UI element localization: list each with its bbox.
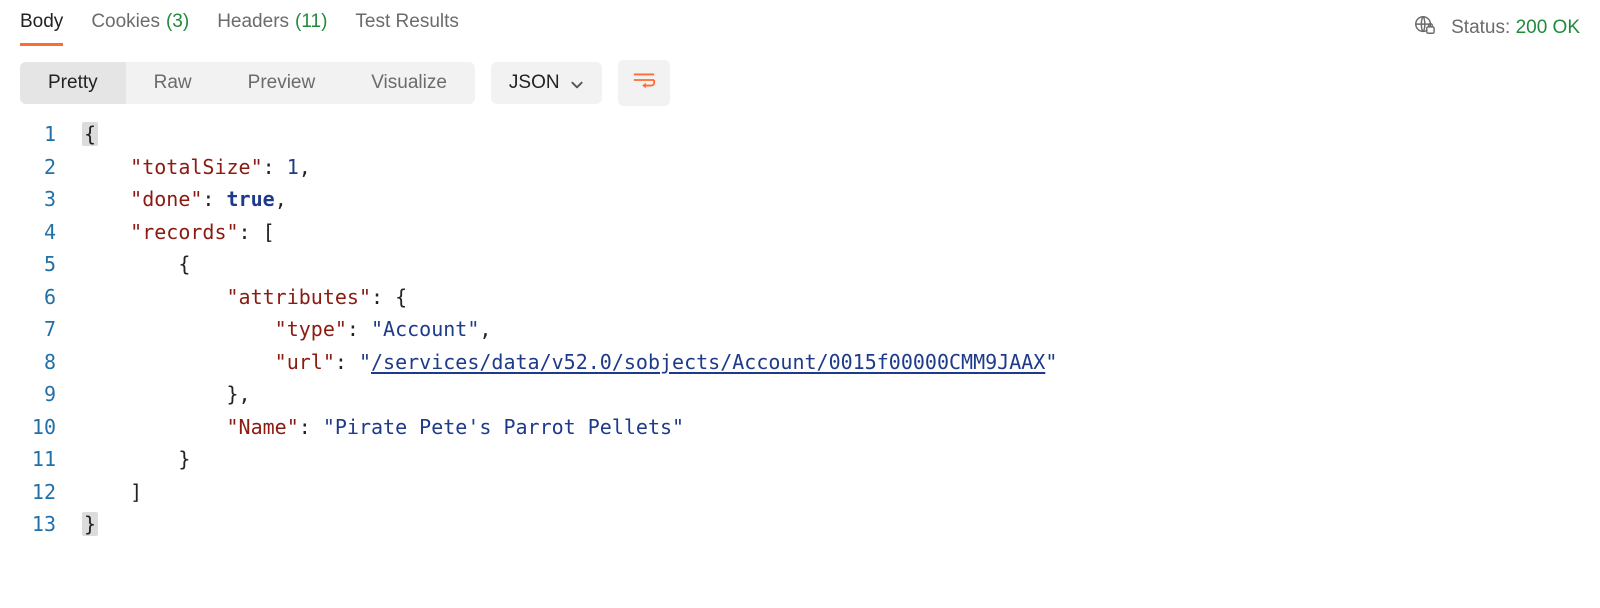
line-number: 3 [12,183,56,216]
tab-cookies-label: Cookies [91,11,160,33]
tab-cookies[interactable]: Cookies (3) [91,5,189,46]
status-label: Status: [1451,17,1510,38]
response-meta: Status: 200 OK [1413,14,1580,42]
tab-test-results[interactable]: Test Results [355,5,458,46]
line-number: 9 [12,378,56,411]
line-number: 6 [12,281,56,314]
tab-headers-count: (11) [295,11,327,33]
line-number: 8 [12,346,56,379]
tab-headers[interactable]: Headers (11) [217,5,327,46]
tab-cookies-count: (3) [166,11,189,33]
viewmode-preview[interactable]: Preview [220,62,344,104]
format-dropdown[interactable]: JSON [491,62,602,104]
url-link[interactable]: /services/data/v52.0/sobjects/Account/00… [371,350,1045,374]
wrap-lines-button[interactable] [618,60,670,106]
tab-body[interactable]: Body [20,5,63,46]
response-tabs: Body Cookies (3) Headers (11) Test Resul… [20,10,459,46]
chevron-down-icon [570,76,584,90]
viewmode-visualize[interactable]: Visualize [343,62,475,104]
line-number: 11 [12,443,56,476]
code-content: { "totalSize": 1, "done": true, "records… [82,118,1057,541]
viewmode-raw[interactable]: Raw [126,62,220,104]
response-body[interactable]: 1 2 3 4 5 6 7 8 9 10 11 12 13 { "totalSi… [0,112,1600,561]
format-dropdown-label: JSON [509,72,560,94]
line-number: 5 [12,248,56,281]
wrap-lines-icon [632,70,656,96]
body-toolbar: Pretty Raw Preview Visualize JSON [0,46,1600,112]
viewmode-pretty[interactable]: Pretty [20,62,126,104]
globe-lock-icon[interactable] [1413,14,1435,42]
line-number: 4 [12,216,56,249]
line-number: 7 [12,313,56,346]
tab-tests-label: Test Results [355,11,458,33]
status-value: 200 OK [1516,17,1580,38]
tab-headers-label: Headers [217,11,289,33]
line-number: 2 [12,151,56,184]
line-number: 1 [12,118,56,151]
line-number: 13 [12,508,56,541]
line-number-gutter: 1 2 3 4 5 6 7 8 9 10 11 12 13 [12,118,82,541]
line-number: 10 [12,411,56,444]
viewmode-segmented: Pretty Raw Preview Visualize [20,62,475,104]
line-number: 12 [12,476,56,509]
tab-body-label: Body [20,11,63,33]
